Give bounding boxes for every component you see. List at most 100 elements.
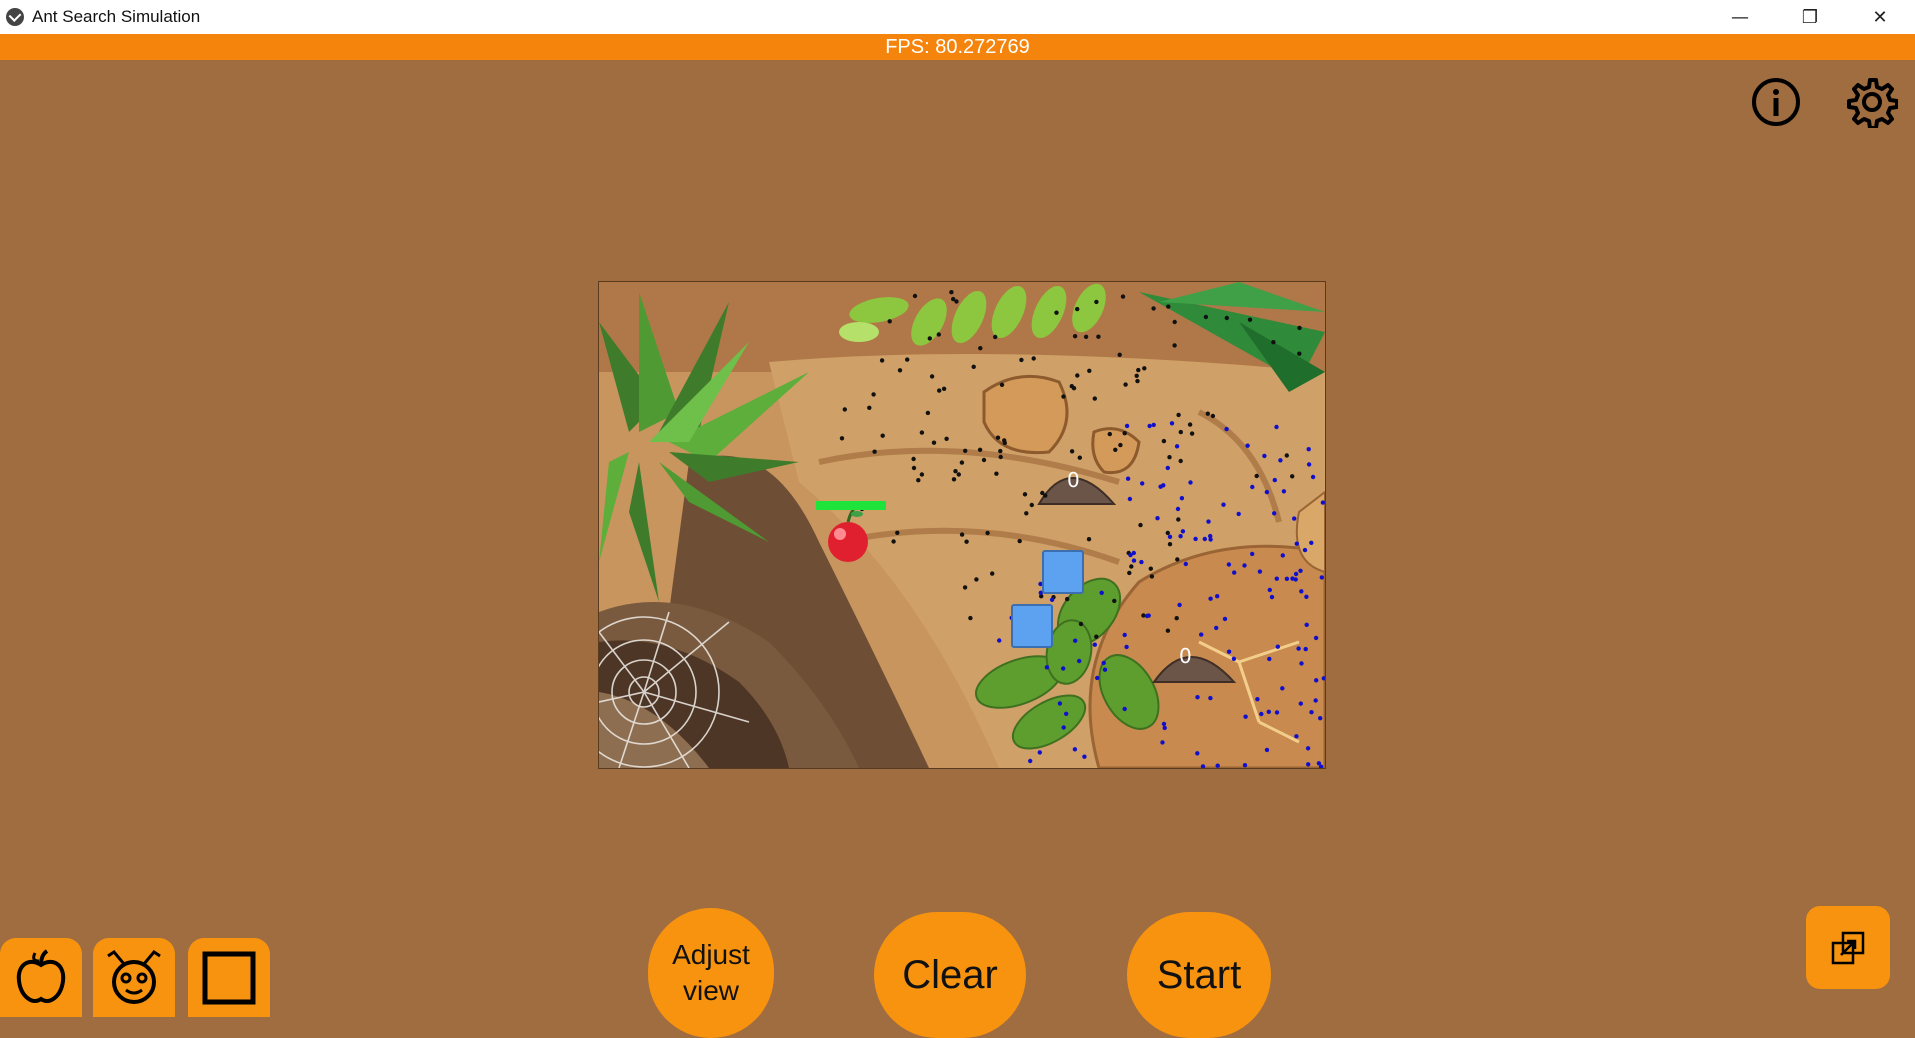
close-button[interactable]: ✕ [1845,0,1915,34]
ant [912,293,918,299]
ant [1320,500,1325,505]
obstacle-square[interactable] [1042,550,1084,594]
ant [1266,709,1271,714]
ant [1267,656,1272,662]
gear-icon [1847,78,1899,130]
ant [1072,334,1078,339]
add-food-tool[interactable] [0,938,82,1017]
ant [1242,763,1248,768]
ant [1172,319,1177,325]
ant [1135,378,1140,384]
ant [1272,511,1277,516]
ant [871,392,876,397]
ant [1319,575,1324,580]
obstacle-square[interactable] [1011,604,1053,648]
add-obstacle-tool[interactable] [188,938,270,1017]
apple-icon [16,948,66,1003]
ant [1161,438,1167,444]
ant [1125,476,1131,481]
ant [897,368,903,373]
ant [1247,317,1253,322]
ant [971,364,976,369]
window-titlebar: Ant Search Simulation — ❐ ✕ [0,0,1915,34]
ant [1306,462,1312,467]
ant [1306,447,1311,452]
ant [1069,449,1075,454]
ant [1147,423,1152,429]
colony-count: 0 [1067,468,1080,492]
ant [1314,678,1319,683]
settings-button[interactable] [1846,76,1899,130]
ant [1151,422,1156,428]
ant [1293,577,1298,582]
ant [1107,431,1112,437]
ant [968,615,973,621]
ant [1075,373,1080,378]
ant [1175,557,1180,562]
ant [1224,426,1229,432]
ant [1144,613,1150,619]
ant [1176,412,1181,418]
ant [1094,299,1099,305]
ant [1017,538,1022,544]
ant [981,457,987,463]
ant [1049,597,1055,602]
ant [953,469,958,474]
ant [1180,529,1186,534]
simulation-canvas[interactable]: 0 0 [598,281,1326,769]
ant [1271,340,1276,345]
adjust-view-button[interactable]: Adjust view [648,908,774,1038]
ant [1024,511,1029,516]
ant [1061,725,1066,730]
window-title: Ant Search Simulation [32,7,201,26]
square-icon [202,951,256,1004]
ant [1208,533,1213,539]
ant [1298,701,1303,706]
ant [1065,596,1070,602]
ant [842,407,847,412]
ant [1072,747,1078,752]
ant [1202,536,1207,542]
info-button[interactable] [1750,76,1802,128]
simulation-background [599,282,1325,768]
ant [951,477,957,482]
start-button[interactable]: Start [1127,912,1271,1038]
add-colony-tool[interactable] [93,938,175,1017]
ant [995,435,1001,440]
food-health-bar [816,501,886,510]
clear-button[interactable]: Clear [874,912,1026,1038]
ant [1187,422,1193,427]
ant [1142,366,1147,371]
minimize-button[interactable]: — [1705,0,1775,34]
ant [1127,570,1132,576]
ant [1304,622,1309,627]
ant [1278,458,1283,463]
ant [1293,571,1299,577]
ant [1280,553,1285,558]
ant [1294,734,1299,739]
ant [1199,632,1204,637]
ant [880,433,885,438]
ant [1272,477,1277,483]
ant [1302,547,1308,553]
ant [1259,711,1264,717]
restore-button[interactable]: ❐ [1775,0,1845,34]
ant [1178,534,1183,539]
ant [1264,489,1270,495]
ant [925,410,931,416]
ant [1203,314,1209,320]
colony-count: 0 [1179,644,1192,668]
ant [1149,574,1155,579]
ant [1078,621,1084,627]
app-icon [6,8,24,26]
ant [1310,474,1316,480]
ant [1174,616,1179,621]
ant [1167,534,1173,539]
ant [1028,758,1033,764]
ant [1206,519,1211,524]
ant [1275,644,1280,649]
ant [1309,710,1314,715]
expand-button[interactable] [1806,906,1890,989]
ant [1174,444,1180,449]
ant [1075,306,1080,312]
